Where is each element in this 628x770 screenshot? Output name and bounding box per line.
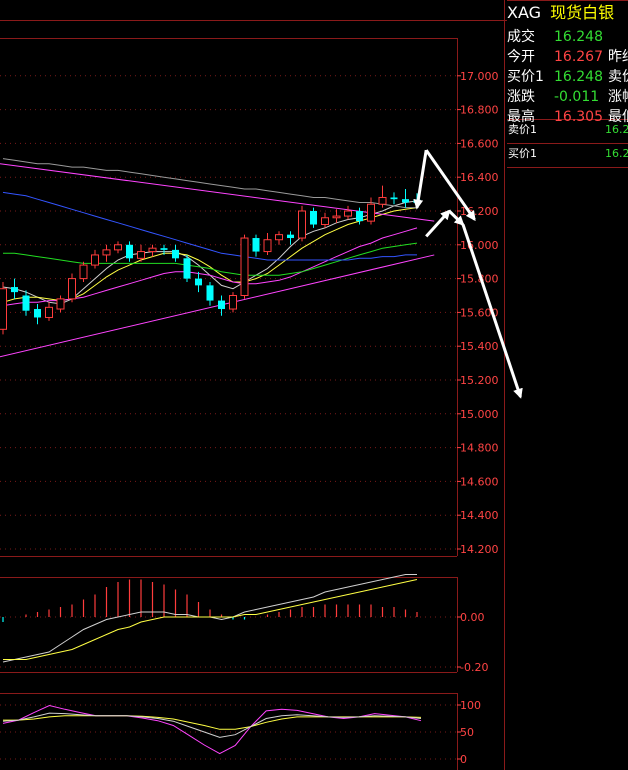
candle-body [114,244,122,251]
candle-body [229,295,237,310]
candle-body [206,285,214,301]
main-ytick-label: 14.600 [460,475,499,488]
main-ytick-label: 16.400 [460,171,499,184]
candle-body [378,196,387,205]
quote-row: 买价1 16.248 卖价 [507,67,628,88]
candle-body [137,251,145,259]
quote-value: 16.248 [554,69,603,85]
moving-average-line [2,158,417,209]
main-ytick-label: 16.000 [460,239,499,252]
candle-body [68,278,76,300]
candle-body [287,234,294,239]
macd-ytick-label: -0.20 [460,661,488,674]
candle-body [195,278,202,286]
candle-body [126,244,133,259]
candle-body [298,210,306,239]
candle-body [252,238,260,252]
candle-body [367,203,375,222]
quote-secondary-label: 卖价 [608,69,628,85]
annotation-arrow [413,149,428,210]
orderbook-row: 卖价1 16.2 [507,120,628,140]
candle-body [240,237,249,296]
symbol-header: XAG 现货白银 [507,0,628,26]
candle-body [79,264,88,280]
quote-panel: XAG 现货白银 成交 16.248 今开 16.267 昨结买价1 16.248 卖价涨跌… [507,0,628,770]
main-ytick-label: 15.200 [460,374,499,387]
candle-body [275,234,283,241]
macd-dea-line [3,579,418,660]
candle-body [263,239,272,253]
quote-value: -0.011 [554,89,600,105]
quote-label: 买价1 [507,69,544,85]
symbol-code: XAG [507,3,542,22]
candle-body [160,248,168,250]
quote-label: 今开 [507,49,535,65]
quote-label: 成交 [507,29,535,45]
orderbook-label: 卖价1 [508,123,537,136]
main-ytick-label: 15.400 [460,340,499,353]
quote-row: 成交 16.248 [507,27,628,48]
orderbook-row: 买价1 16.2 [507,144,628,164]
quote-secondary-label: 昨结 [608,49,628,65]
candle-body [321,217,329,226]
macd-dif-line [2,574,417,663]
candle-body [56,298,65,310]
annotation-arrow [424,149,476,222]
quote-label: 涨跌 [507,89,535,105]
candle-body [310,211,317,225]
annotation-arrow [425,209,451,238]
candle-body [0,288,7,330]
kdj-ytick-label: 100 [460,699,481,712]
kdj-ytick-label: 50 [460,726,474,739]
candle-body [402,199,409,203]
candle-body [11,287,18,293]
candle-body [390,197,398,200]
quote-row: 今开 16.267 昨结 [507,47,628,68]
moving-average-line [2,191,417,261]
kdj-d-line [3,715,422,730]
orderbook-label: 买价1 [508,147,537,160]
quote-row: 涨跌 -0.011 涨幅 [507,87,628,108]
main-ytick-label: 14.800 [460,442,499,455]
trendline [0,254,435,358]
kdj-j-line [2,704,422,755]
quote-value: 16.267 [554,49,603,65]
symbol-name: 现货白银 [550,3,615,22]
candle-body [102,249,111,256]
candle-body [356,211,363,222]
orderbook-value: 16.2 [605,123,628,136]
kdj-ytick-label: 0 [460,753,467,766]
quote-value: 16.248 [554,29,603,45]
candle-body [45,306,53,318]
candle-body [183,258,191,279]
candle-body [172,249,179,259]
main-ytick-label: 16.600 [460,137,499,150]
candle-body [218,300,225,310]
candle-body [91,254,99,266]
kdj-k-line [2,712,422,738]
main-ytick-label: 17.000 [460,70,499,83]
candle-body [148,247,157,253]
candle-body [344,210,352,217]
main-ytick-label: 14.200 [460,543,499,556]
main-ytick-label: 14.400 [460,509,499,522]
candle-body [332,215,341,219]
quote-secondary-label: 涨幅 [608,89,628,105]
orderbook-value: 16.2 [605,147,628,160]
macd-ytick-label: 0.00 [460,611,485,624]
candle-body [22,295,30,311]
main-ytick-label: 15.000 [460,408,499,421]
candle-body [34,309,41,318]
main-ytick-label: 16.800 [460,104,499,117]
